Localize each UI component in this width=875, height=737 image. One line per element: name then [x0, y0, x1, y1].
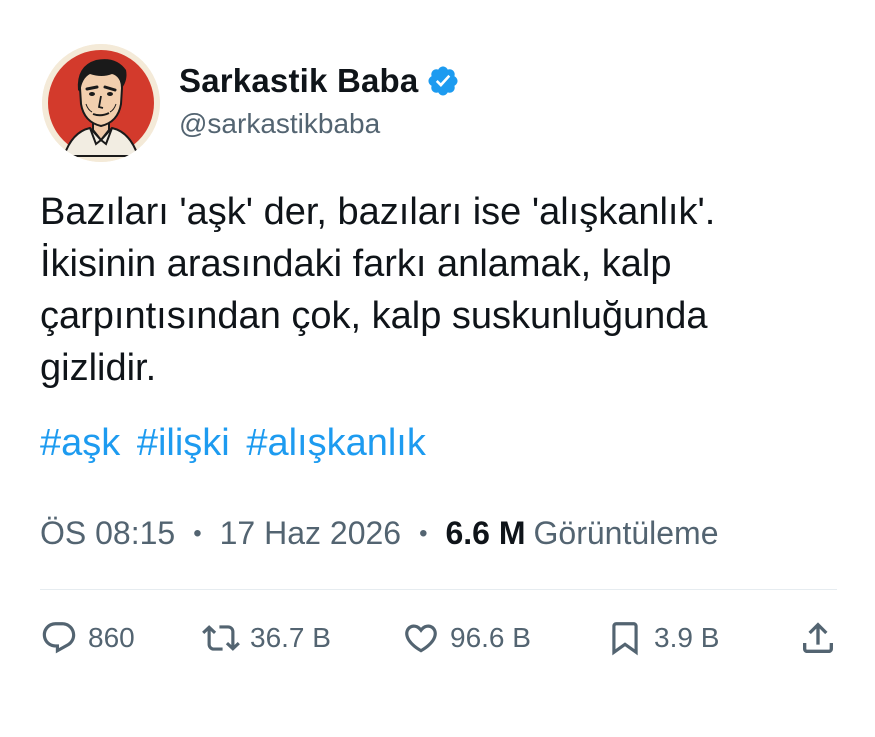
like-button[interactable]: 96.6 B — [402, 616, 531, 660]
reply-count: 860 — [88, 622, 135, 653]
retweet-icon — [202, 619, 240, 657]
author-name-row: Sarkastik Baba — [179, 62, 460, 100]
reply-icon — [40, 619, 78, 657]
tweet-text: Bazıları 'aşk' der, bazıları ise 'alışka… — [40, 186, 840, 394]
views-count[interactable]: 6.6 M — [445, 515, 525, 552]
tweet-text-line: Bazıları 'aşk' der, bazıları ise 'alışka… — [40, 191, 716, 233]
meta-separator: • — [419, 519, 428, 547]
hashtag-link[interactable]: #aşk — [40, 422, 120, 464]
share-button[interactable] — [798, 616, 838, 660]
verified-badge-icon — [426, 64, 460, 98]
author-display-name[interactable]: Sarkastik Baba — [179, 62, 418, 100]
avatar[interactable] — [42, 44, 160, 162]
divider — [40, 589, 837, 590]
reply-button[interactable]: 860 — [40, 616, 135, 660]
meta-separator: • — [193, 519, 202, 547]
hashtag-list: #aşk #ilişki #alışkanlık — [40, 417, 432, 469]
tweet-meta: ÖS 08:15 • 17 Haz 2026 • 6.6 M Görüntüle… — [40, 515, 719, 552]
tweet-card: Sarkastik Baba @sarkastikbaba Bazıları '… — [0, 0, 875, 737]
heart-icon — [402, 619, 440, 657]
tweet-text-line: İkisinin arasındaki farkı anlamak, kalp — [40, 243, 672, 285]
author-handle[interactable]: @sarkastikbaba — [179, 108, 380, 140]
hashtag-link[interactable]: #ilişki — [137, 422, 230, 464]
hashtag-link[interactable]: #alışkanlık — [246, 422, 426, 464]
bookmark-icon — [606, 619, 644, 657]
share-icon — [798, 618, 838, 658]
retweet-button[interactable]: 36.7 B — [202, 616, 331, 660]
tweet-date[interactable]: 17 Haz 2026 — [220, 515, 401, 552]
like-count: 96.6 B — [450, 622, 531, 653]
retweet-count: 36.7 B — [250, 622, 331, 653]
action-bar: 860 36.7 B 96.6 B 3.9 B — [40, 616, 837, 660]
tweet-text-line: gizlidir. — [40, 347, 157, 389]
tweet-text-line: çarpıntısından çok, kalp suskunluğunda — [40, 295, 708, 337]
views-label: Görüntüleme — [533, 515, 719, 551]
bookmark-button[interactable]: 3.9 B — [606, 616, 719, 660]
tweet-time[interactable]: ÖS 08:15 — [40, 515, 175, 552]
bookmark-count: 3.9 B — [654, 622, 720, 653]
